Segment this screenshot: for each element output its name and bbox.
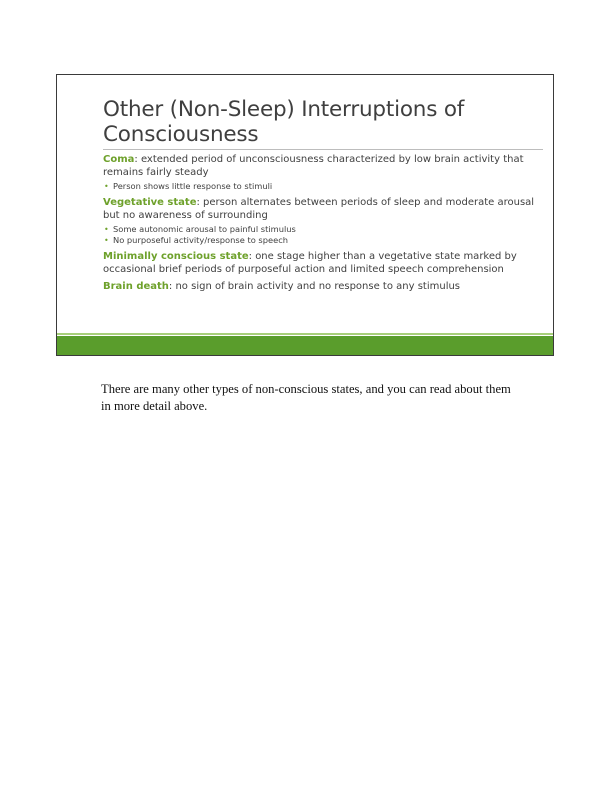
entry-text: Vegetative state: person alternates betw…: [103, 197, 543, 222]
entry-text: Minimally conscious state: one stage hig…: [103, 251, 543, 276]
footer-bar: [57, 336, 553, 355]
title-divider: [103, 149, 543, 150]
entry-text: Brain death: no sign of brain activity a…: [103, 281, 543, 294]
subpoint-text: No purposeful activity/response to speec…: [113, 235, 289, 245]
accent-line: [57, 333, 553, 335]
subpoint-list: • Person shows little response to stimuli: [103, 181, 543, 192]
entry-coma: Coma: extended period of unconsciousness…: [103, 154, 543, 192]
caption-text: There are many other types of non-consci…: [101, 382, 511, 413]
subpoint: • Some autonomic arousal to painful stimu…: [103, 224, 543, 235]
entry-vegetative-state: Vegetative state: person alternates betw…: [103, 197, 543, 246]
slide-title: Other (Non-Sleep) Interruptions of Consc…: [103, 97, 465, 147]
entry-text: Coma: extended period of unconsciousness…: [103, 154, 543, 179]
term-label: Brain death: [103, 281, 169, 292]
subpoint-text: Some autonomic arousal to painful stimul…: [113, 224, 296, 234]
entry-brain-death: Brain death: no sign of brain activity a…: [103, 281, 543, 294]
bullet-dot-icon: •: [104, 182, 109, 191]
bullet-dot-icon: •: [104, 225, 109, 234]
subpoint: • Person shows little response to stimuli: [103, 181, 543, 192]
term-label: Vegetative state: [103, 197, 197, 208]
slide-body: Coma: extended period of unconsciousness…: [103, 154, 543, 299]
entry-minimally-conscious-state: Minimally conscious state: one stage hig…: [103, 251, 543, 276]
term-definition: : extended period of unconsciousness cha…: [103, 154, 524, 178]
slide: Other (Non-Sleep) Interruptions of Consc…: [56, 74, 554, 356]
term-label: Coma: [103, 154, 135, 165]
subpoint-list: • Some autonomic arousal to painful stimu…: [103, 224, 543, 246]
bullet-dot-icon: •: [104, 236, 109, 245]
term-definition: : no sign of brain activity and no respo…: [168, 281, 461, 292]
subpoint-text: Person shows little response to stimuli: [113, 181, 273, 191]
subpoint: • No purposeful activity/response to spee…: [103, 235, 543, 246]
term-label: Minimally conscious state: [103, 251, 249, 262]
